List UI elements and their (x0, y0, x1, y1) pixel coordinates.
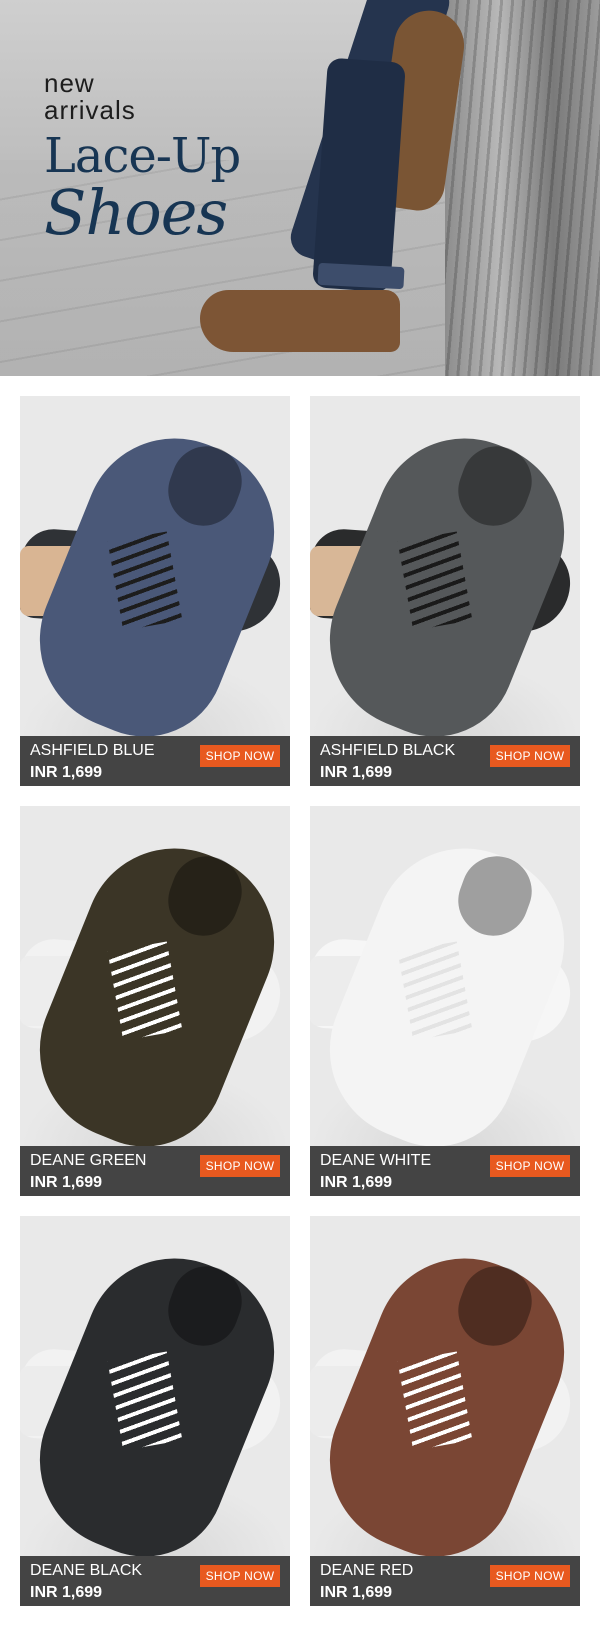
product-card[interactable]: DEANE GREEN INR 1,699 SHOP NOW (20, 806, 290, 1196)
product-card[interactable]: DEANE WHITE INR 1,699 SHOP NOW (310, 806, 580, 1196)
product-info-bar: DEANE GREEN INR 1,699 SHOP NOW (20, 1146, 290, 1196)
shop-now-button[interactable]: SHOP NOW (490, 1155, 570, 1177)
product-name[interactable]: ASHFIELD BLACK (320, 742, 455, 760)
product-name[interactable]: DEANE GREEN (30, 1152, 146, 1170)
hero-banner[interactable]: new arrivals Lace-Up Shoes (0, 0, 600, 376)
product-card[interactable]: ASHFIELD BLACK INR 1,699 SHOP NOW (310, 396, 580, 786)
shop-now-button[interactable]: SHOP NOW (490, 745, 570, 767)
product-name[interactable]: ASHFIELD BLUE (30, 742, 154, 760)
hero-line-lace-up: Lace-Up (44, 128, 241, 184)
product-info-bar: DEANE BLACK INR 1,699 SHOP NOW (20, 1556, 290, 1606)
product-price: INR 1,699 (320, 764, 393, 781)
shop-now-button[interactable]: SHOP NOW (200, 1155, 280, 1177)
product-info-bar: ASHFIELD BLUE INR 1,699 SHOP NOW (20, 736, 290, 786)
product-info-bar: ASHFIELD BLACK INR 1,699 SHOP NOW (310, 736, 580, 786)
product-price: INR 1,699 (30, 764, 103, 781)
tree-trunk (445, 0, 600, 376)
product-name[interactable]: DEANE BLACK (30, 1562, 142, 1580)
product-name[interactable]: DEANE WHITE (320, 1152, 431, 1170)
product-info-bar: DEANE RED INR 1,699 SHOP NOW (310, 1556, 580, 1606)
hero-shoe-standing (200, 290, 400, 352)
shop-now-button[interactable]: SHOP NOW (200, 745, 280, 767)
product-price: INR 1,699 (30, 1584, 103, 1601)
product-info-bar: DEANE WHITE INR 1,699 SHOP NOW (310, 1146, 580, 1196)
product-price: INR 1,699 (320, 1174, 393, 1191)
product-card[interactable]: DEANE RED INR 1,699 SHOP NOW (310, 1216, 580, 1606)
product-price: INR 1,699 (320, 1584, 393, 1601)
hero-line-arrivals: arrivals (44, 95, 136, 125)
hero-line-shoes: Shoes (44, 176, 228, 249)
product-card[interactable]: DEANE BLACK INR 1,699 SHOP NOW (20, 1216, 290, 1606)
leg-standing (312, 57, 406, 293)
product-name[interactable]: DEANE RED (320, 1562, 413, 1580)
product-card[interactable]: ASHFIELD BLUE INR 1,699 SHOP NOW (20, 396, 290, 786)
product-price: INR 1,699 (30, 1174, 103, 1191)
shop-now-button[interactable]: SHOP NOW (200, 1565, 280, 1587)
jeans-cuff (317, 262, 405, 290)
hero-headline: new arrivals Lace-Up Shoes (44, 68, 241, 249)
shop-now-button[interactable]: SHOP NOW (490, 1565, 570, 1587)
hero-line-new: new (44, 68, 95, 98)
